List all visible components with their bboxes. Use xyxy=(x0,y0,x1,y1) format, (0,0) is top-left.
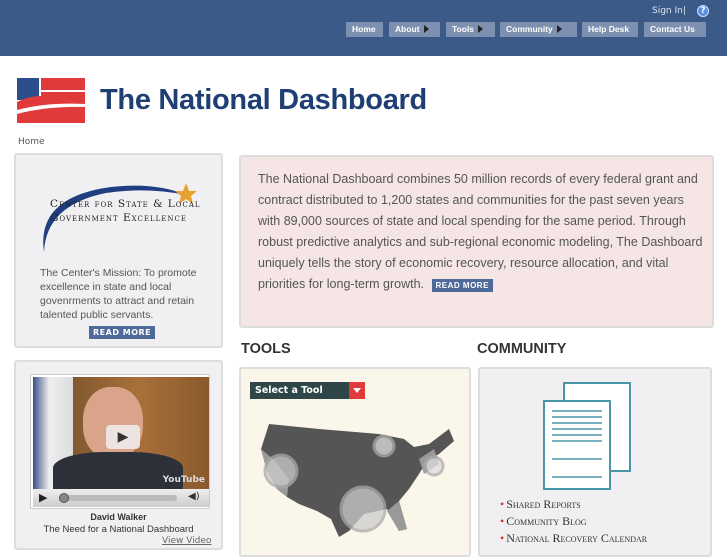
nav-community[interactable]: Community xyxy=(500,22,577,37)
nav-tools[interactable]: Tools xyxy=(446,22,495,37)
video-caption: The Need for a National Dashboard xyxy=(43,524,194,535)
intro-body: The National Dashboard combines 50 milli… xyxy=(258,172,703,291)
seek-bar[interactable] xyxy=(59,493,177,503)
nav-home[interactable]: Home xyxy=(346,22,383,37)
read-more-button[interactable]: READ MORE xyxy=(431,279,493,292)
site-title[interactable]: The National Dashboard xyxy=(100,84,427,117)
nav-label: About xyxy=(395,24,420,34)
community-card: • Shared Reports • Community Blog • Nationa… xyxy=(478,367,712,557)
link-label: Shared Reports xyxy=(506,497,581,511)
video-thumbnail[interactable]: ▶ YouTube xyxy=(33,377,209,489)
read-more-button[interactable]: READ MORE xyxy=(89,326,156,339)
intro-panel: The National Dashboard combines 50 milli… xyxy=(239,155,714,328)
video-card: ▶ YouTube ▶ ◀) David Walker The Need for… xyxy=(14,360,223,550)
tools-heading: TOOLS xyxy=(241,341,291,357)
nav-label: Help Desk xyxy=(588,24,630,34)
volume-icon[interactable]: ◀) xyxy=(188,491,200,502)
center-promo-card: Center for State & Local Government Exce… xyxy=(14,153,223,348)
video-player[interactable]: ▶ YouTube ▶ ◀) xyxy=(30,374,210,509)
youtube-watermark: YouTube xyxy=(162,475,205,485)
nav-help-desk[interactable]: Help Desk xyxy=(582,22,638,37)
breadcrumb[interactable]: Home xyxy=(18,137,45,147)
link-community-blog[interactable]: • Community Blog xyxy=(500,513,647,530)
chevron-down-icon[interactable] xyxy=(349,382,365,399)
intro-text: The National Dashboard combines 50 milli… xyxy=(258,169,708,296)
cslge-org-name: Center for State & Local Government Exce… xyxy=(50,198,201,224)
tools-card: Select a Tool xyxy=(239,367,471,557)
nav-label: Tools xyxy=(452,24,475,34)
link-label: Community Blog xyxy=(506,514,587,528)
documents-icon xyxy=(543,382,631,490)
sign-in-link[interactable]: Sign In| xyxy=(652,6,686,16)
nav-label: Community xyxy=(506,24,553,34)
nav-contact-us[interactable]: Contact Us xyxy=(644,22,706,37)
video-controls: ▶ ◀) xyxy=(33,489,209,507)
flag-logo-icon[interactable] xyxy=(17,78,85,123)
play-icon[interactable]: ▶ xyxy=(39,491,47,504)
link-label: National Recovery Calendar xyxy=(506,531,648,545)
play-overlay-icon[interactable]: ▶ xyxy=(106,425,140,449)
link-shared-reports[interactable]: • Shared Reports xyxy=(500,496,647,513)
tool-select[interactable]: Select a Tool xyxy=(250,382,365,399)
arrow-right-icon xyxy=(423,25,429,33)
community-heading: COMMUNITY xyxy=(477,341,567,357)
link-national-recovery-calendar[interactable]: • National Recovery Calendar xyxy=(500,530,647,547)
top-bar: Sign In| ? Home About Tools Community He… xyxy=(0,0,727,56)
arrow-right-icon xyxy=(556,25,562,33)
community-links: • Shared Reports • Community Blog • Nationa… xyxy=(500,496,647,547)
help-icon[interactable]: ? xyxy=(697,5,709,17)
nav-label: Home xyxy=(352,24,376,34)
tool-select-value: Select a Tool xyxy=(255,385,323,396)
nav-about[interactable]: About xyxy=(389,22,440,37)
arrow-right-icon xyxy=(478,25,484,33)
mission-text: The Center's Mission: To promote excelle… xyxy=(40,267,197,321)
video-speaker: David Walker xyxy=(90,512,147,522)
nav-label: Contact Us xyxy=(650,24,695,34)
us-map[interactable] xyxy=(259,419,459,544)
